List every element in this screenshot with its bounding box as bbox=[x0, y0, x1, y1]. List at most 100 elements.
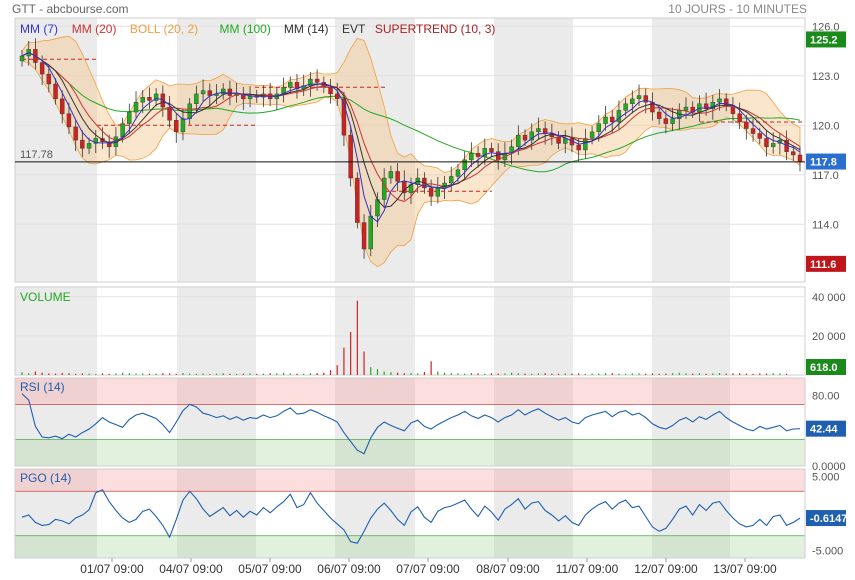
day-shade bbox=[652, 287, 730, 375]
candle-body bbox=[328, 87, 333, 95]
candle-body bbox=[656, 111, 662, 119]
price-tick-label: 114.0 bbox=[812, 219, 839, 231]
candle-body bbox=[596, 123, 601, 133]
candle-body bbox=[750, 128, 756, 134]
candle-body bbox=[670, 118, 675, 124]
candle-body bbox=[314, 78, 320, 83]
day-shade bbox=[177, 18, 256, 282]
candle-body bbox=[127, 111, 132, 124]
reference-line-label: 117.78 bbox=[20, 149, 53, 161]
candle-body bbox=[542, 128, 548, 134]
x-tick-label: 06/07 09:00 bbox=[317, 562, 381, 576]
pgo-low-zone bbox=[15, 535, 805, 558]
candle-body bbox=[19, 55, 25, 62]
price-tick-label: 120.0 bbox=[812, 120, 840, 132]
candle-body bbox=[764, 138, 769, 147]
candle-body bbox=[200, 90, 206, 95]
candle-body bbox=[46, 73, 52, 85]
candle-body bbox=[757, 133, 762, 139]
candle-body bbox=[449, 176, 454, 184]
rsi-tick-label: 80.00 bbox=[812, 391, 840, 403]
candle-body bbox=[589, 131, 595, 139]
candle-body bbox=[583, 138, 588, 151]
candle-body bbox=[388, 171, 394, 179]
pgo-tick-label: -5.000 bbox=[812, 546, 843, 558]
candle-body bbox=[395, 171, 400, 182]
candle-body bbox=[80, 139, 85, 149]
legend-entry: BOLL (20, 2) bbox=[130, 22, 198, 36]
candle-body bbox=[428, 187, 434, 197]
candle-body bbox=[636, 95, 642, 100]
price-badge: 117.8 bbox=[810, 157, 837, 169]
candle-body bbox=[180, 118, 186, 133]
volume-label: VOLUME bbox=[20, 290, 71, 304]
pgo-label: PGO (14) bbox=[20, 471, 71, 485]
price-tick-label: 117.0 bbox=[812, 170, 839, 182]
candle-body bbox=[368, 215, 373, 250]
candle-body bbox=[227, 88, 233, 96]
x-tick-label: 08/07 09:00 bbox=[476, 562, 540, 576]
legend-entry: MM (20) bbox=[72, 22, 117, 36]
x-tick-label: 05/07 09:00 bbox=[238, 562, 302, 576]
candle-body bbox=[536, 128, 541, 133]
candle-body bbox=[643, 95, 648, 103]
pgo-high-zone bbox=[15, 469, 805, 492]
candle-body bbox=[455, 169, 461, 177]
candle-body bbox=[797, 154, 803, 162]
candle-body bbox=[167, 106, 172, 121]
x-tick-label: 01/07 09:00 bbox=[80, 562, 144, 576]
candle-body bbox=[288, 82, 293, 88]
legend-entry: SUPERTREND (10, 3) bbox=[375, 22, 495, 36]
candle-body bbox=[133, 101, 139, 113]
x-tick-label: 07/07 09:00 bbox=[396, 562, 460, 576]
day-shade bbox=[177, 287, 256, 375]
candle-body bbox=[207, 90, 212, 96]
candle-body bbox=[348, 134, 353, 179]
candle-body bbox=[744, 121, 749, 129]
candle-body bbox=[381, 177, 387, 200]
candle-body bbox=[717, 98, 722, 103]
rsi-badge: 42.44 bbox=[810, 424, 838, 436]
day-shade bbox=[494, 287, 573, 375]
candle-body bbox=[53, 83, 58, 100]
candle-body bbox=[516, 134, 521, 147]
rsi-overbought-zone bbox=[15, 378, 805, 405]
candle-body bbox=[39, 62, 45, 75]
x-tick-label: 12/07 09:00 bbox=[634, 562, 698, 576]
candle-body bbox=[174, 120, 179, 133]
rsi-label: RSI (14) bbox=[20, 380, 65, 394]
x-tick-label: 13/07 09:00 bbox=[713, 562, 777, 576]
candle-body bbox=[361, 222, 367, 250]
candle-body bbox=[66, 113, 72, 128]
stock-chart: 126.0123.0120.0117.0114.0117.78125.2117.… bbox=[14, 17, 847, 576]
candle-body bbox=[683, 106, 689, 111]
candle-body bbox=[610, 116, 615, 123]
legend-entry: MM (100) bbox=[220, 22, 271, 36]
candle-body bbox=[73, 126, 78, 141]
candle-body bbox=[221, 88, 226, 95]
candle-body bbox=[489, 148, 494, 152]
price-badge: 125.2 bbox=[810, 34, 838, 46]
candle-body bbox=[522, 134, 528, 141]
candle-body bbox=[576, 144, 581, 151]
candle-body bbox=[335, 93, 340, 100]
candle-body bbox=[194, 93, 199, 105]
legend-entry: MM (14) bbox=[284, 22, 329, 36]
pgo-tick-label: 5.000 bbox=[812, 471, 840, 483]
x-tick-label: 11/07 09:00 bbox=[556, 562, 619, 576]
candle-body bbox=[187, 103, 192, 119]
candle-body bbox=[442, 182, 447, 189]
candle-body bbox=[623, 103, 628, 111]
candle-body bbox=[770, 143, 776, 147]
volume-tick-label: 40 000 bbox=[812, 292, 846, 304]
price-badge: 111.6 bbox=[810, 259, 836, 271]
volume-tick-label: 20 000 bbox=[812, 331, 846, 343]
candle-body bbox=[147, 96, 152, 101]
price-tick-label: 123.0 bbox=[812, 71, 840, 83]
candle-body bbox=[86, 143, 92, 149]
candle-body bbox=[616, 110, 622, 123]
candle-body bbox=[603, 116, 608, 124]
volume-badge: 618.0 bbox=[810, 362, 838, 374]
candle-body bbox=[630, 98, 635, 104]
rsi-oversold-zone bbox=[15, 439, 805, 466]
